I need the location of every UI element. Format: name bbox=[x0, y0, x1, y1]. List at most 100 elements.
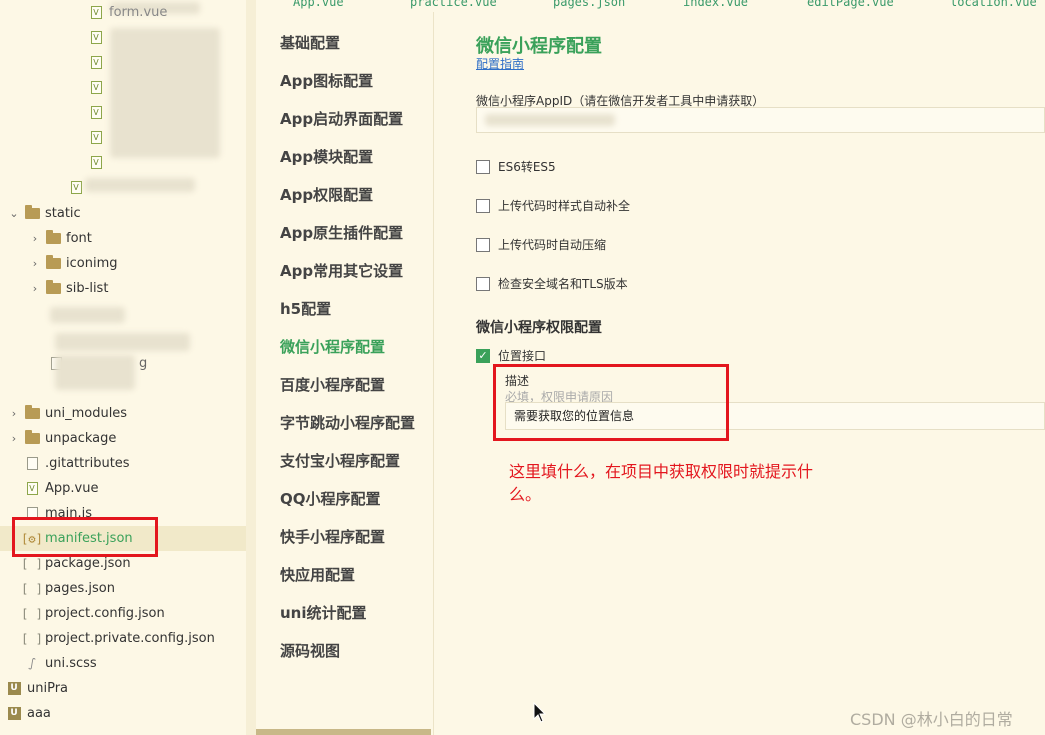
location-permission-checkbox[interactable]: ✓ 位置接口 bbox=[476, 347, 546, 364]
checkbox-label: ES6转ES5 bbox=[498, 160, 556, 174]
vue-file-icon: V bbox=[88, 106, 104, 120]
chevron-right-icon: › bbox=[11, 432, 17, 445]
blurred-region bbox=[55, 355, 135, 390]
vue-file-icon: V bbox=[68, 181, 84, 195]
tree-item-label: .gitattributes bbox=[45, 456, 130, 471]
weixin-config-panel: 微信小程序配置 配置指南 微信小程序AppID（请在微信开发者工具中申请获取） … bbox=[435, 12, 1045, 735]
tree-file-uni-scss[interactable]: ഽ uni.scss bbox=[24, 651, 246, 676]
vue-file-icon: V bbox=[88, 31, 104, 45]
tab-app-vue[interactable]: App.vue bbox=[293, 0, 344, 9]
permissions-section-title: 微信小程序权限配置 bbox=[476, 320, 602, 336]
nav-item-toutiao[interactable]: 字节跳动小程序配置 bbox=[280, 412, 415, 433]
json-file-icon: [ ] bbox=[21, 631, 43, 646]
chevron-right-icon: › bbox=[32, 282, 38, 295]
tree-folder-uni-modules[interactable]: › uni_modules bbox=[8, 401, 246, 426]
tree-item-label: uni_modules bbox=[45, 406, 128, 421]
tree-file-pages-json[interactable]: [ ] pages.json bbox=[21, 576, 246, 601]
blurred-region bbox=[110, 28, 220, 158]
json-file-icon: [ ] bbox=[21, 581, 43, 596]
vue-file-icon: V bbox=[88, 81, 104, 95]
checkbox-icon[interactable] bbox=[476, 276, 490, 291]
watermark: CSDN @林小白的日常 bbox=[850, 710, 1013, 729]
nav-item-app-icon[interactable]: App图标配置 bbox=[280, 70, 373, 91]
blurred-appid bbox=[485, 114, 615, 126]
nav-item-app-splash[interactable]: App启动界面配置 bbox=[280, 108, 403, 129]
description-highlight-box bbox=[493, 364, 729, 441]
auto-minify-checkbox[interactable]: 上传代码时自动压缩 bbox=[476, 236, 606, 253]
checkbox-label: 上传代码时样式自动补全 bbox=[498, 199, 631, 213]
tab-pages-json[interactable]: pages.json bbox=[553, 0, 625, 9]
appid-input[interactable] bbox=[476, 107, 1045, 133]
checkbox-label: 检查安全域名和TLS版本 bbox=[498, 277, 628, 291]
tree-file-app-vue[interactable]: V App.vue bbox=[24, 476, 246, 501]
blurred-region bbox=[50, 307, 125, 323]
nav-item-alipay[interactable]: 支付宝小程序配置 bbox=[280, 450, 400, 471]
tree-folder-unpackage[interactable]: › unpackage bbox=[8, 426, 246, 451]
tree-item-label: project.private.config.json bbox=[45, 631, 215, 646]
nav-scrollbar[interactable] bbox=[256, 729, 431, 735]
nav-item-qq[interactable]: QQ小程序配置 bbox=[280, 488, 381, 509]
config-guide-link[interactable]: 配置指南 bbox=[476, 55, 524, 72]
tree-file-project-config-json[interactable]: [ ] project.config.json bbox=[21, 601, 246, 626]
tree-row[interactable]: V form.vue bbox=[88, 0, 246, 25]
json-file-icon: [ ] bbox=[21, 606, 43, 621]
annotation-text: 这里填什么，在项目中获取权限时就提示什么。 bbox=[509, 462, 814, 504]
nav-item-source-view[interactable]: 源码视图 bbox=[280, 640, 340, 661]
nav-item-app-native-plugins[interactable]: App原生插件配置 bbox=[280, 222, 403, 243]
nav-item-kuaishou[interactable]: 快手小程序配置 bbox=[280, 526, 385, 547]
nav-item-app-modules[interactable]: App模块配置 bbox=[280, 146, 373, 167]
folder-icon bbox=[45, 255, 61, 271]
folder-icon bbox=[24, 205, 40, 221]
tree-item-label: font bbox=[66, 231, 92, 246]
tree-folder-sib-list[interactable]: › sib-list bbox=[29, 276, 246, 301]
tree-project-unipra[interactable]: U uniPra bbox=[6, 676, 246, 701]
tree-folder-iconimg[interactable]: › iconimg bbox=[29, 251, 246, 276]
nav-item-app-other[interactable]: App常用其它设置 bbox=[280, 260, 403, 281]
checkbox-icon[interactable] bbox=[476, 198, 490, 213]
tree-item-label: uni.scss bbox=[45, 656, 97, 671]
es6-to-es5-checkbox[interactable]: ES6转ES5 bbox=[476, 158, 556, 175]
checkmark-icon[interactable]: ✓ bbox=[476, 348, 490, 363]
chevron-right-icon: › bbox=[32, 232, 38, 245]
chevron-right-icon: › bbox=[11, 407, 17, 420]
checkbox-icon[interactable] bbox=[476, 159, 490, 174]
checkbox-icon[interactable] bbox=[476, 237, 490, 252]
tree-item-label: package.json bbox=[45, 556, 131, 571]
tab-editpage-vue[interactable]: editPage.vue bbox=[807, 0, 894, 9]
tree-item-label: g bbox=[139, 356, 148, 371]
style-autocomplete-checkbox[interactable]: 上传代码时样式自动补全 bbox=[476, 197, 630, 214]
check-domain-tls-checkbox[interactable]: 检查安全域名和TLS版本 bbox=[476, 275, 628, 292]
folder-icon bbox=[24, 430, 40, 446]
project-icon: U bbox=[6, 707, 22, 721]
tree-file-project-private-config-json[interactable]: [ ] project.private.config.json bbox=[21, 626, 246, 651]
folder-icon bbox=[24, 405, 40, 421]
tab-index-vue[interactable]: index.vue bbox=[683, 0, 748, 9]
tree-project-aaa[interactable]: U aaa bbox=[6, 701, 246, 726]
scss-file-icon: ഽ bbox=[28, 656, 36, 670]
tree-item-label: iconimg bbox=[66, 256, 118, 271]
tree-item-label: aaa bbox=[27, 706, 51, 721]
nav-item-baidu[interactable]: 百度小程序配置 bbox=[280, 374, 385, 395]
tab-practice-vue[interactable]: practice.vue bbox=[410, 0, 497, 9]
tree-file-gitattributes[interactable]: .gitattributes bbox=[24, 451, 246, 476]
vue-file-icon: V bbox=[88, 131, 104, 145]
settings-nav: 基础配置 App图标配置 App启动界面配置 App模块配置 App权限配置 A… bbox=[256, 12, 434, 735]
nav-item-app-permissions[interactable]: App权限配置 bbox=[280, 184, 373, 205]
nav-item-uni-stat[interactable]: uni统计配置 bbox=[280, 602, 367, 623]
tree-scrollbar[interactable] bbox=[246, 0, 256, 735]
blurred-region bbox=[85, 178, 195, 192]
nav-item-h5[interactable]: h5配置 bbox=[280, 298, 331, 319]
mouse-cursor-icon bbox=[533, 702, 547, 723]
tree-folder-font[interactable]: › font bbox=[29, 226, 246, 251]
nav-item-basic[interactable]: 基础配置 bbox=[280, 32, 340, 53]
tree-item-label: uniPra bbox=[27, 681, 69, 696]
nav-item-weixin[interactable]: 微信小程序配置 bbox=[280, 336, 385, 357]
tree-item-label: unpackage bbox=[45, 431, 117, 446]
tab-location-vue[interactable]: location.vue bbox=[950, 0, 1037, 9]
vue-file-icon: V bbox=[88, 156, 104, 170]
nav-item-quickapp[interactable]: 快应用配置 bbox=[280, 564, 355, 585]
tree-folder-static[interactable]: ⌄ static bbox=[8, 201, 246, 226]
tree-item-label: pages.json bbox=[45, 581, 115, 596]
file-tree: V form.vue V V V V V V V ⌄ static › font… bbox=[0, 0, 246, 735]
manifest-highlight-box bbox=[12, 517, 158, 557]
